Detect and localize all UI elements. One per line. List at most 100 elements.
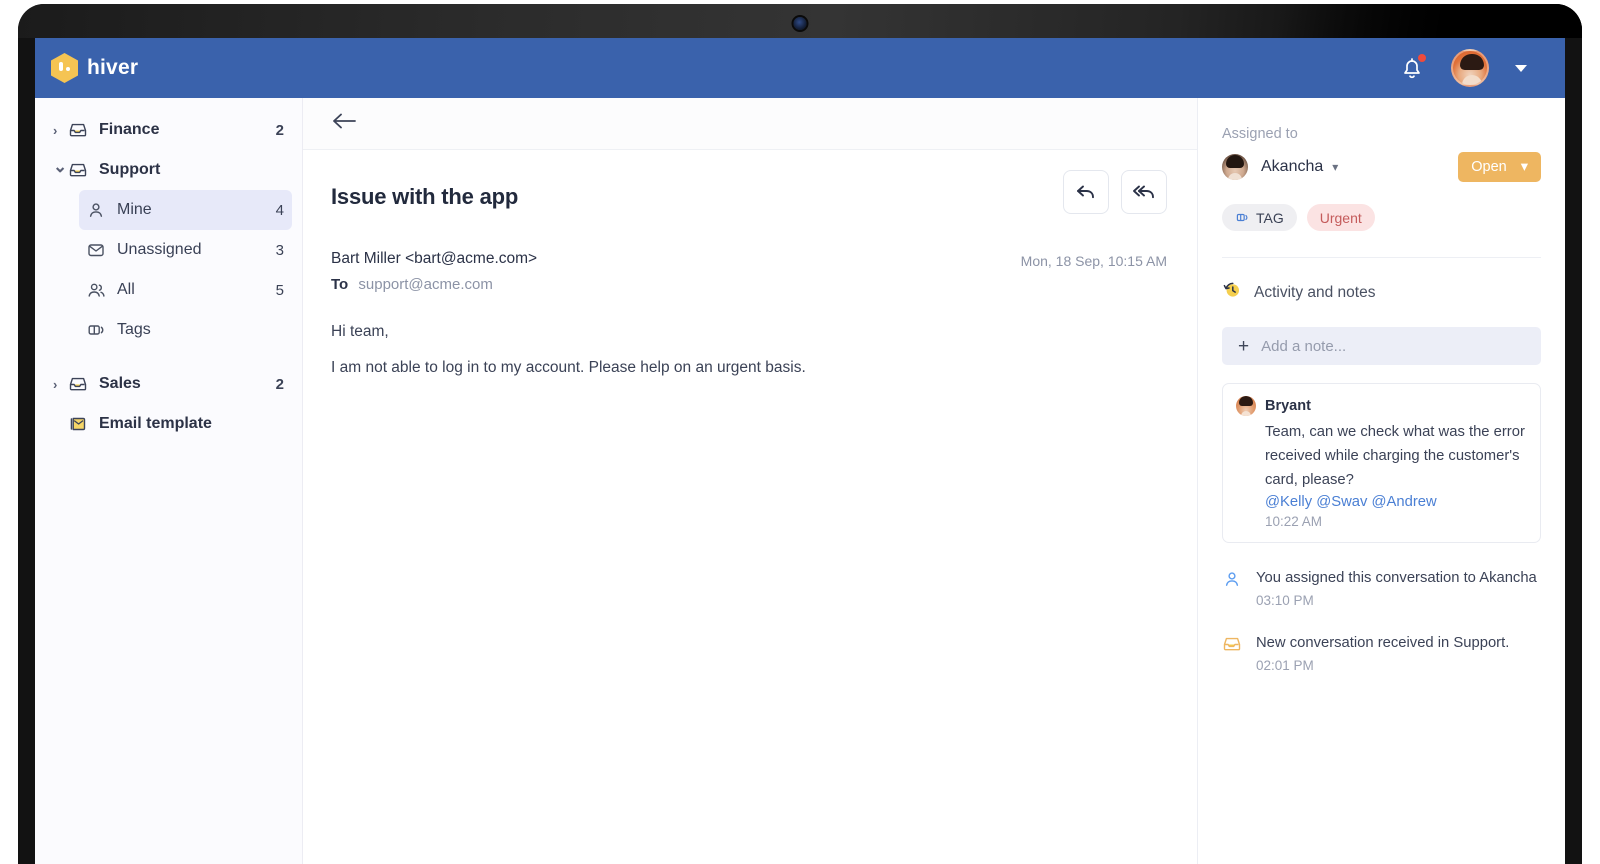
status-badge[interactable]: Open ▾ [1458,152,1541,182]
webcam-icon [793,17,807,30]
email-body-line: I am not able to log in to my account. P… [331,359,806,376]
sidebar-item-mine[interactable]: Mine 4 [79,190,292,230]
brand-logo[interactable]: hiver [51,53,138,83]
to-address: support@acme.com [358,276,493,293]
sidebar-item-label: Sales [99,375,141,392]
sidebar-item-sales[interactable]: › Sales 2 [45,364,292,404]
person-icon [1222,567,1242,608]
app-header: hiver [35,38,1565,98]
sidebar-item-count: 3 [275,241,284,259]
sidebar-item-all[interactable]: All 5 [79,270,292,310]
activity-log-time: 02:01 PM [1256,658,1314,673]
conversation-panel: Issue with the app Bart Miller <bart@acm… [303,98,1197,864]
sidebar-item-tags[interactable]: Tags [79,310,292,350]
sidebar-item-label: Mine [117,201,152,218]
sidebar-item-finance[interactable]: › Finance 2 [45,110,292,150]
chip-urgent[interactable]: Urgent [1306,204,1375,231]
inbox-icon [67,120,89,140]
chevron-right-icon[interactable]: › [53,377,67,392]
app-screen: hiver › Finance 2 ⌄ Support Mine 4 Unassigned 3 A… [35,38,1565,864]
note-mentions[interactable]: @Kelly @Swav @Andrew [1236,494,1526,510]
activity-log-item: New conversation received in Support. 02:… [1222,632,1541,673]
activity-log-text: New conversation received in Support. [1256,635,1510,651]
sidebar-item-support[interactable]: ⌄ Support [45,150,292,190]
note-author: Bryant [1265,398,1311,414]
email-body-line: Hi team, [331,323,389,340]
activity-log-time: 03:10 PM [1256,593,1314,608]
plus-icon: + [1238,335,1250,357]
note-body: Team, can we check what was the error re… [1265,424,1525,488]
assignee-avatar[interactable] [1222,154,1248,180]
people-icon [85,280,107,300]
activity-log-text: You assigned this conversation to Akanch… [1256,570,1537,586]
sidebar-item-unassigned[interactable]: Unassigned 3 [79,230,292,270]
activity-log-item: You assigned this conversation to Akanch… [1222,567,1541,608]
avatar[interactable] [1451,49,1489,87]
activity-log: You assigned this conversation to Akanch… [1222,567,1541,673]
hiver-hexagon-logo-icon [51,53,78,83]
add-note-input[interactable]: + Add a note... [1222,327,1541,365]
details-panel: Assigned to Akancha ▾ Open ▾ TAG Urgent [1197,98,1565,864]
sidebar: › Finance 2 ⌄ Support Mine 4 Unassigned 3 All 5 Tag… [35,98,303,864]
tag-icon [85,320,107,340]
sidebar-item-count: 5 [275,281,284,299]
email-body: Issue with the app Bart Miller <bart@acm… [303,150,1197,381]
note-header: Bryant [1236,396,1526,416]
chevron-right-icon[interactable]: › [53,123,67,138]
status-label: Open [1471,159,1507,175]
tag-icon [1235,210,1250,225]
note-card[interactable]: Bryant Team, can we check what was the e… [1222,383,1541,543]
chevron-down-icon[interactable] [1515,64,1527,72]
bryant-avatar [1236,396,1256,416]
chevron-down-icon: ▾ [1520,159,1528,175]
chevron-down-icon[interactable]: ⌄ [53,157,67,177]
activity-header: Activity and notes [1222,280,1541,305]
email-meta: Bart Miller <bart@acme.com> To support@a… [331,250,1167,293]
assigned-to-label: Assigned to [1222,126,1298,142]
email-from: Bart Miller <bart@acme.com> [331,250,538,267]
sidebar-item-label: All [117,281,135,298]
sidebar-item-label: Email template [99,415,212,432]
sidebar-item-count: 2 [275,375,284,393]
sidebar-item-count: 4 [275,201,284,219]
divider [1222,257,1541,258]
reply-all-icon[interactable] [1121,170,1167,214]
tag-chips: TAG Urgent [1222,204,1541,231]
bell-icon[interactable] [1399,54,1426,82]
email-text: Hi team, I am not able to log in to my ac… [331,319,1167,381]
sidebar-item-label: Unassigned [117,241,202,258]
conversation-toolbar [303,98,1197,150]
back-arrow-icon[interactable] [331,111,357,136]
sidebar-item-count: 2 [275,121,284,139]
email-to: To support@acme.com [331,276,537,293]
sidebar-item-email-template[interactable]: Email template [45,404,292,444]
assignee-name[interactable]: Akancha [1261,158,1323,176]
sidebar-item-label: Support [99,161,161,178]
chip-label: Urgent [1319,209,1362,226]
inbox-icon [67,374,89,394]
to-label: To [331,276,349,293]
assignee-row: Akancha ▾ Open ▾ [1222,152,1541,182]
page-title: Issue with the app [331,184,519,209]
envelope-icon [85,240,107,260]
header-actions [1399,49,1527,87]
email-actions [1063,170,1167,214]
inbox-icon [1222,632,1242,673]
sidebar-item-label: Tags [117,321,151,338]
email-template-icon [67,414,89,434]
chip-tag[interactable]: TAG [1222,204,1297,231]
chip-label: TAG [1256,209,1284,226]
brand-name: hiver [87,56,139,79]
add-note-placeholder: Add a note... [1261,337,1347,355]
person-icon [85,200,107,220]
inbox-icon [67,160,89,180]
activity-title: Activity and notes [1254,283,1376,301]
notification-badge [1418,54,1426,62]
sidebar-item-label: Finance [99,121,160,138]
chevron-down-icon[interactable]: ▾ [1332,160,1338,174]
history-clock-icon [1222,280,1242,305]
device-frame: hiver › Finance 2 ⌄ Support Mine 4 Unassigned 3 A… [18,4,1582,864]
reply-icon[interactable] [1063,170,1109,214]
email-timestamp: Mon, 18 Sep, 10:15 AM [1020,253,1167,269]
